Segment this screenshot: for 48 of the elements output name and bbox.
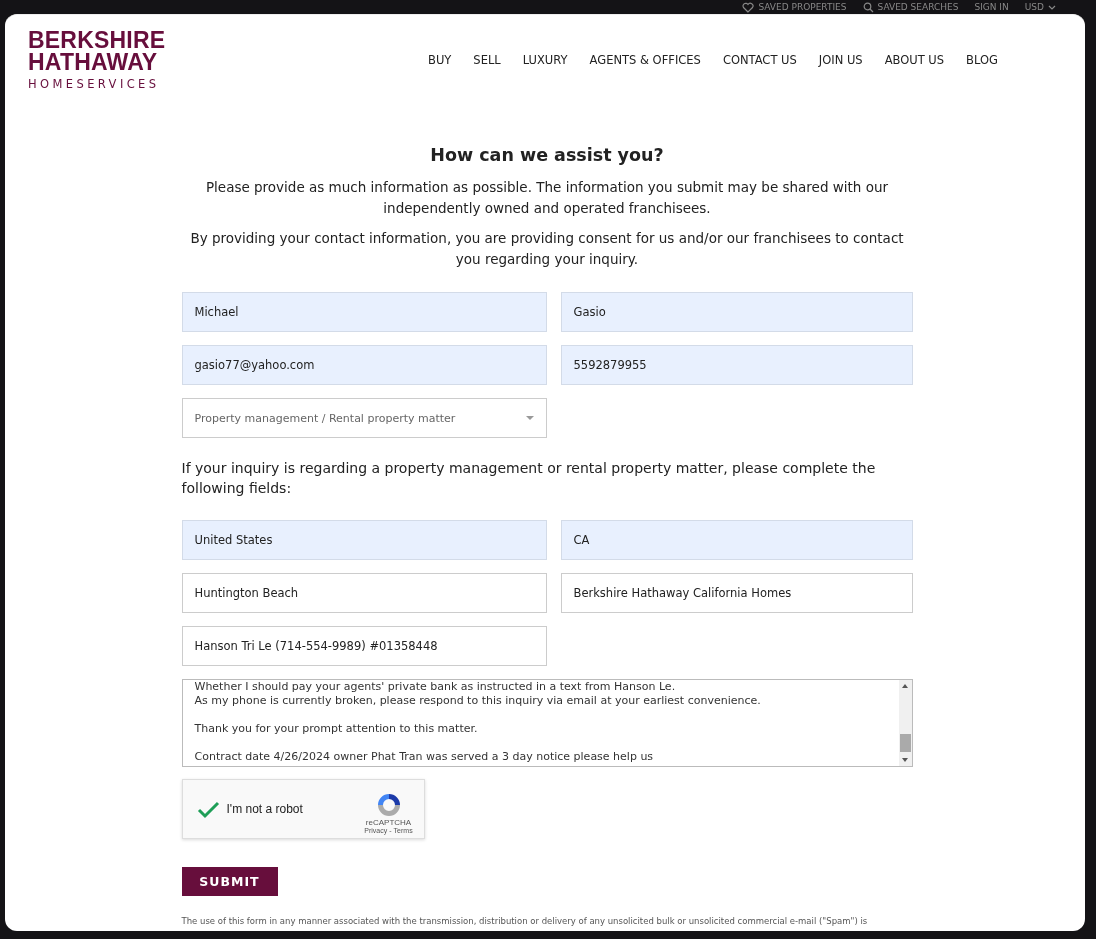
nav-link[interactable]: CONTACT US: [722, 53, 797, 67]
nav-link[interactable]: ABOUT US: [884, 53, 945, 67]
disclaimer-text: The use of this form in any manner associated with the transmission, distribution or delivery of any unsolicited bulk or unsolicited commercial e-mail ("Spam") is: [181, 916, 869, 926]
input-field[interactable]: CA: [560, 520, 913, 560]
message-line: Whether I should pay your agents' private bank as instructed in a text from Hanson Le.: [194, 680, 677, 694]
intro-text: By providing your contact information, you are providing consent for us and/or our franchisees to contact you regarding your inquiry.: [189, 229, 905, 269]
recaptcha-text: reCAPTCHA: [365, 818, 412, 827]
nav-link[interactable]: LUXURY: [522, 53, 568, 67]
input-field[interactable]: Michael: [181, 292, 547, 332]
input-field[interactable]: Hanson Tri Le (714-554-9989) #01358448: [181, 626, 547, 666]
message-field[interactable]: [181, 679, 913, 767]
checkmark-icon: [196, 799, 220, 819]
logo-text: BERKSHIRE: [28, 29, 167, 51]
utility-link[interactable]: SAVED PROPERTIES: [742, 1, 847, 13]
scrollbar[interactable]: [898, 680, 912, 766]
input-field[interactable]: Gasio: [560, 292, 913, 332]
nav-link[interactable]: BUY: [428, 53, 452, 67]
input-field[interactable]: Huntington Beach: [181, 573, 547, 613]
input-field[interactable]: United States: [181, 520, 547, 560]
message-line: Contract date 4/26/2024 owner Phat Tran was served a 3 day notice please help us: [194, 750, 655, 764]
intro-text: Please provide as much information as possible. The information you submit may be shared with our independently owned and operated franchisees.: [204, 178, 890, 218]
caret-icon: [1048, 3, 1056, 11]
logo-text: HATHAWAY: [28, 51, 159, 73]
scroll-up-icon: [902, 684, 908, 688]
recaptcha-icon: [375, 792, 402, 818]
utility-link[interactable]: USD: [1024, 2, 1056, 12]
utility-link[interactable]: SIGN IN: [974, 2, 1009, 12]
nav-link[interactable]: AGENTS & OFFICES: [589, 53, 701, 67]
input-field[interactable]: gasio77@yahoo.com: [181, 345, 547, 385]
form-title: How can we assist you?: [429, 145, 665, 165]
message-line: As my phone is currently broken, please respond to this inquiry via email at your earliest convenience.: [194, 694, 762, 708]
submit-button[interactable]: SUBMIT: [181, 867, 278, 896]
logo-subtitle: HOMESERVICES: [28, 77, 161, 91]
dropdown[interactable]: Property management / Rental property matter: [181, 398, 547, 438]
nav-link[interactable]: JOIN US: [818, 53, 863, 67]
message-line: Thank you for your prompt attention to this matter.: [194, 722, 479, 736]
nav-link[interactable]: SELL: [473, 53, 501, 67]
input-field[interactable]: 5592879955: [560, 345, 913, 385]
scroll-down-icon: [902, 758, 908, 762]
utility-link[interactable]: SAVED SEARCHES: [862, 1, 959, 13]
caret-icon: [525, 416, 534, 420]
scroll-thumb[interactable]: [899, 734, 911, 752]
nav-link[interactable]: BLOG: [966, 53, 998, 67]
heart-icon: [742, 1, 755, 13]
input-field[interactable]: Berkshire Hathaway California Homes: [560, 573, 913, 613]
instruction-text: If your inquiry is regarding a property management or rental property matter, please complete the following fields:: [181, 459, 877, 498]
captcha-label: I'm not a robot: [226, 802, 303, 816]
search-icon: [862, 1, 874, 13]
